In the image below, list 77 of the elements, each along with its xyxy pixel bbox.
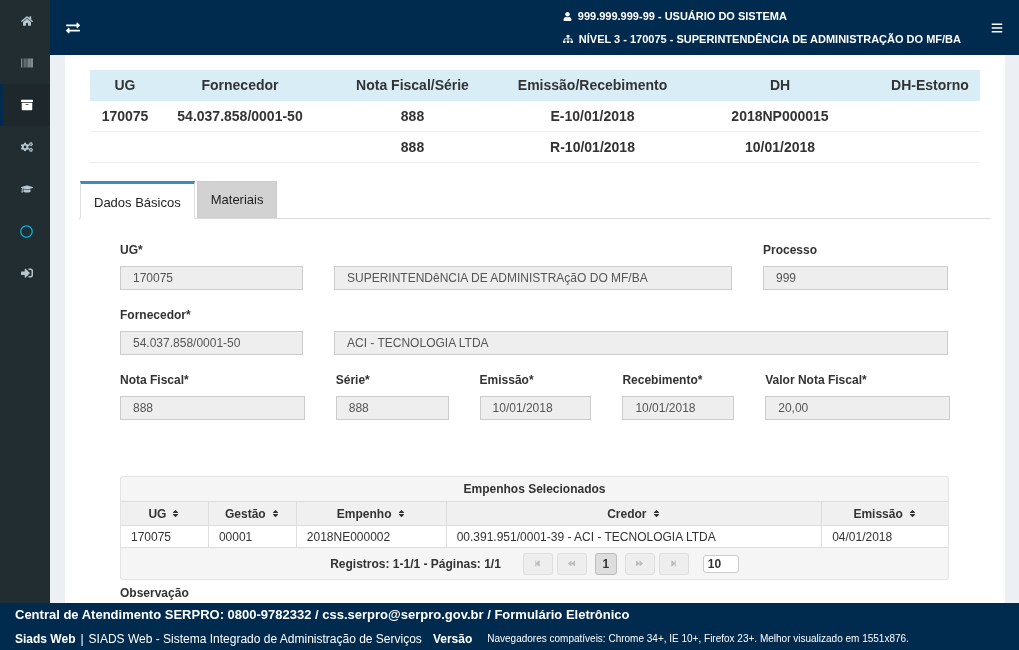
input-field[interactable]: 888 [335, 396, 449, 420]
page-size-select[interactable]: 10 [702, 554, 739, 573]
sign-in-icon [20, 267, 33, 279]
table-cell: 888 [400, 107, 425, 124]
field-label: Processo [763, 242, 819, 259]
sort-icon [396, 509, 406, 518]
version-label: Versão [432, 630, 473, 648]
separator: | [80, 630, 84, 648]
tab[interactable]: Dados Básicos [80, 181, 195, 219]
browser-note: Navegadores compatíveis: Chrome 34+, IE 10+, Firefox 23+. Melhor visualizado em 1551x876. [487, 632, 909, 647]
input-field[interactable]: 999 [763, 266, 948, 290]
input-field[interactable]: 20,00 [765, 396, 950, 420]
table-cell: 10/01/2018 [744, 138, 816, 155]
sort-icon [907, 509, 917, 518]
field-label: Observação [120, 585, 189, 601]
pager-info: Registros: 1-1/1 - Páginas: 1/1 [330, 555, 501, 573]
graduation-cap-icon [20, 183, 33, 195]
footer-contact: Central de Atendimento SERPRO: 0800-9782332 / css.serpro@serpro.gov.br / Formulário Eletrônico [15, 606, 631, 625]
column-header: UG [113, 76, 137, 95]
column-header: Nota Fiscal/Série [355, 76, 470, 95]
gears-icon [20, 141, 33, 153]
table-cell: 2018NP000015 [731, 107, 829, 124]
menu-icon[interactable] [991, 21, 1003, 34]
column-header: Emissão/Recebimento [516, 76, 669, 95]
double-right-arrow-icon [636, 560, 644, 567]
swap-arrows-icon[interactable] [66, 20, 80, 35]
column-header: DH-Estorno [890, 76, 970, 95]
table-cell-text: 00.391.951/0001-39 - ACI - TECNOLOGIA LTDA [456, 528, 716, 546]
input-field[interactable]: 888 [120, 396, 305, 420]
table-cell: 170075 [101, 107, 149, 124]
input-field[interactable]: 170075 [120, 266, 303, 290]
table-cell-text: 00001 [218, 528, 253, 546]
column-header[interactable]: UG [121, 502, 209, 525]
column-header[interactable]: Emissão [822, 502, 948, 525]
sort-icon [270, 509, 280, 518]
column-header[interactable]: Gestão [208, 502, 297, 525]
hierarchy-icon [562, 33, 573, 44]
skip-to-end-icon [670, 560, 678, 567]
table-cell: E-10/01/2018 [550, 107, 635, 124]
field-label: Nota Fiscal* [120, 372, 190, 389]
field-label: UG* [120, 242, 144, 259]
input-field[interactable]: 10/01/2018 [479, 396, 592, 420]
table-cell: 888 [400, 138, 425, 155]
field-label: Emissão* [479, 372, 535, 389]
table-cell-text: 170075 [131, 528, 172, 546]
column-header[interactable]: Credor [446, 502, 823, 525]
table-cell-text: 04/01/2018 [832, 528, 893, 546]
archive-box-icon [20, 99, 33, 111]
table-cell: 54.037.858/0001-50 [177, 107, 303, 124]
column-header: Fornecedor [200, 76, 280, 95]
column-header: DH [768, 76, 792, 95]
input-field[interactable]: 10/01/2018 [622, 396, 735, 420]
system-name: SIADS Web - Sistema Integrado de Administração de Serviços [88, 630, 422, 648]
sort-icon [171, 509, 181, 518]
home-icon [20, 15, 33, 27]
table-cell: R-10/01/2018 [550, 138, 635, 155]
app-name: Siads Web [15, 630, 76, 648]
input-field[interactable]: ACI - TECNOLOGIA LTDA [334, 331, 948, 355]
user-name: 999.999.999-99 - USUÁRIO DO SISTEMA [577, 9, 787, 24]
grid-title: Empenhos Selecionados [462, 481, 607, 498]
field-label: Valor Nota Fiscal* [765, 372, 868, 389]
input-field[interactable]: 54.037.858/0001-50 [120, 331, 303, 355]
input-field[interactable]: SUPERINTENDêNCIA DE ADMINISTRAçãO DO MF/BA [334, 266, 732, 290]
field-label: Recebimento* [622, 372, 704, 389]
page-button[interactable]: 1 [594, 552, 617, 575]
sort-icon [651, 509, 661, 518]
field-label: Série* [335, 372, 371, 389]
double-left-arrow-icon [568, 560, 576, 567]
barcode-icon [20, 57, 33, 69]
level-info: NÍVEL 3 - 170075 - SUPERINTENDÊNCIA DE ADMINISTRAÇÃO DO MF/BA [578, 31, 961, 47]
user-icon [562, 11, 572, 21]
tab[interactable]: Materiais [196, 181, 278, 218]
column-header[interactable]: Empenho [296, 502, 447, 525]
table-cell-text: 2018NE000002 [306, 528, 391, 546]
field-label: Fornecedor* [120, 307, 192, 324]
sidebar-item[interactable] [0, 84, 50, 126]
skip-to-start-icon [534, 560, 542, 567]
